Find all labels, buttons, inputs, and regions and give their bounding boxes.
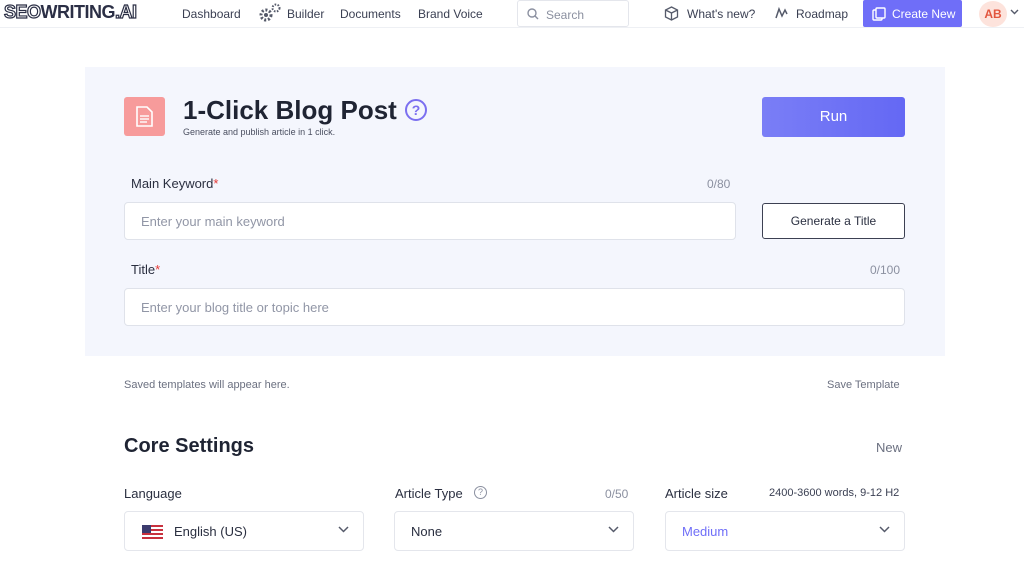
help-icon[interactable]: ?	[474, 486, 487, 499]
main-keyword-input[interactable]	[124, 202, 736, 240]
copy-plus-icon	[872, 7, 886, 21]
roadmap-icon	[775, 6, 788, 19]
save-template-link[interactable]: Save Template	[827, 379, 900, 391]
gears-icon	[259, 3, 281, 22]
help-icon[interactable]: ?	[405, 99, 427, 121]
document-icon	[124, 97, 165, 136]
language-select[interactable]: English (US)	[124, 511, 364, 551]
nav-roadmap[interactable]: Roadmap	[796, 7, 848, 21]
chevron-down-icon[interactable]	[1010, 9, 1019, 15]
title-label: Title*	[131, 262, 160, 277]
article-type-counter: 0/50	[605, 487, 629, 501]
chevron-down-icon	[338, 526, 349, 533]
language-value: English (US)	[174, 524, 247, 539]
search-input[interactable]: Search	[517, 0, 629, 27]
article-type-label: Article Type	[395, 486, 463, 501]
title-counter: 0/100	[870, 263, 901, 277]
generate-title-button[interactable]: Generate a Title	[762, 203, 905, 239]
saved-templates-note: Saved templates will appear here.	[124, 379, 290, 391]
article-size-meta: 2400-3600 words, 9-12 H2	[769, 487, 900, 499]
nav-builder[interactable]: Builder	[287, 7, 324, 21]
nav-whats-new[interactable]: What's new?	[687, 7, 755, 21]
nav-dashboard[interactable]: Dashboard	[182, 7, 241, 21]
page-title: 1-Click Blog Post	[183, 95, 397, 125]
article-type-select[interactable]: None	[394, 511, 634, 551]
box-icon	[664, 6, 679, 21]
top-nav: SEOWRITING.AI Dashboard Builder Document…	[0, 0, 1024, 28]
avatar[interactable]: AB	[979, 1, 1007, 27]
article-type-value: None	[411, 524, 443, 539]
article-size-label: Article size	[665, 486, 728, 501]
logo[interactable]: SEOWRITING.AI	[3, 1, 137, 23]
main-keyword-label: Main Keyword*	[131, 176, 218, 191]
create-new-label: Create New	[892, 7, 956, 21]
logo-seo: SEO	[3, 1, 41, 22]
required-marker: *	[155, 262, 161, 277]
article-size-select[interactable]: Medium	[665, 511, 905, 551]
core-settings-title: Core Settings	[124, 435, 255, 457]
main-keyword-label-text: Main Keyword	[131, 176, 214, 191]
title-input[interactable]	[124, 288, 905, 326]
chevron-down-icon	[879, 526, 890, 533]
run-button[interactable]: Run	[762, 97, 905, 137]
chevron-down-icon	[608, 526, 619, 533]
article-size-value: Medium	[682, 524, 729, 539]
language-label: Language	[124, 486, 182, 501]
search-icon	[527, 8, 539, 20]
nav-documents[interactable]: Documents	[340, 7, 401, 21]
logo-writing: WRITING	[40, 2, 116, 22]
search-placeholder: Search	[546, 8, 585, 22]
nav-brand-voice[interactable]: Brand Voice	[418, 7, 483, 21]
logo-ai: .AI	[114, 1, 137, 22]
create-new-button[interactable]: Create New	[863, 0, 962, 27]
main-keyword-counter: 0/80	[707, 177, 731, 191]
title-label-text: Title	[131, 262, 156, 277]
required-marker: *	[213, 176, 219, 191]
page-subtitle: Generate and publish article in 1 click.	[183, 127, 336, 137]
us-flag-icon	[142, 525, 163, 539]
new-link[interactable]: New	[876, 440, 902, 455]
